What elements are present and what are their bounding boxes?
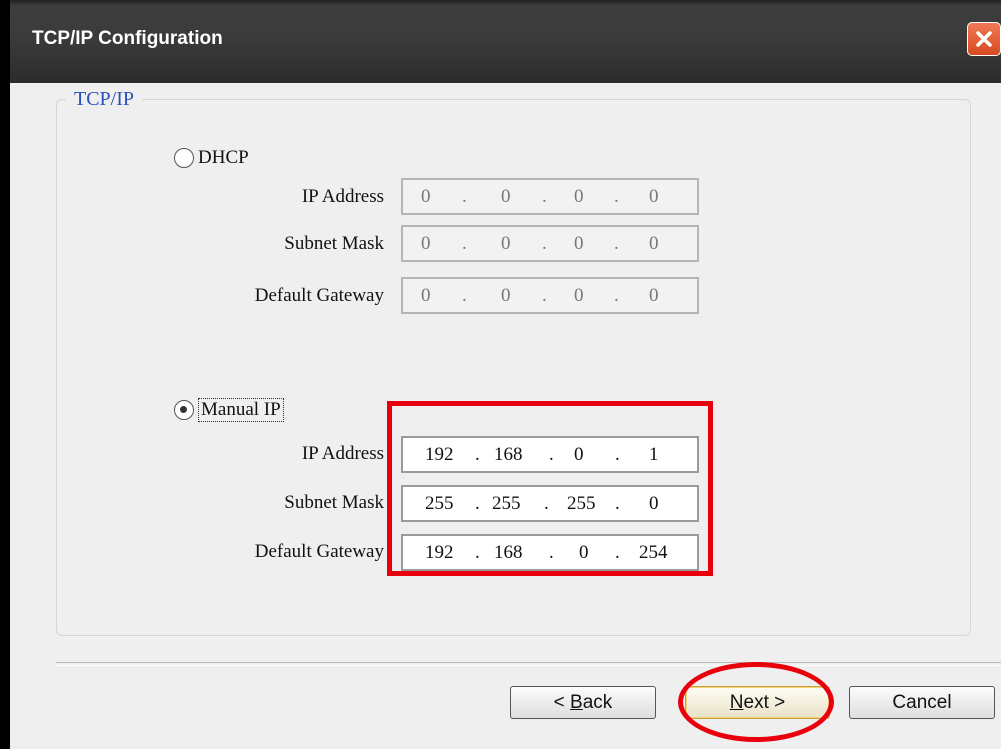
dhcp-ip-address-field: 0 . 0 . 0 . 0 bbox=[401, 178, 699, 215]
dhcp-radio-option[interactable]: DHCP bbox=[174, 147, 249, 169]
cancel-button-label: Cancel bbox=[892, 692, 952, 713]
dhcp-label: DHCP bbox=[198, 147, 249, 168]
manual-ip-address-label: IP Address bbox=[301, 443, 384, 464]
close-button[interactable] bbox=[967, 22, 1001, 56]
radio-unchecked-icon[interactable] bbox=[174, 148, 194, 168]
separator-line bbox=[56, 662, 1001, 666]
manual-ip-label: Manual IP bbox=[198, 398, 284, 422]
dhcp-subnet-mask-field: 0 . 0 . 0 . 0 bbox=[401, 225, 699, 262]
close-icon bbox=[976, 31, 992, 47]
manual-ip-radio-option[interactable]: Manual IP bbox=[174, 398, 284, 422]
cancel-button[interactable]: Cancel bbox=[849, 686, 995, 719]
dhcp-ip-address-label: IP Address bbox=[301, 186, 384, 207]
title-bar[interactable]: TCP/IP Configuration bbox=[10, 0, 1001, 83]
group-title: TCP/IP bbox=[66, 88, 143, 111]
manual-subnet-mask-label: Subnet Mask bbox=[284, 492, 384, 513]
tcpip-config-dialog: TCP/IP Configuration TCP/IP DHCP IP Addr… bbox=[10, 0, 1001, 749]
dhcp-subnet-mask-label: Subnet Mask bbox=[284, 233, 384, 254]
manual-default-gateway-label: Default Gateway bbox=[254, 541, 384, 562]
highlight-circle bbox=[678, 662, 834, 742]
highlight-rectangle bbox=[387, 401, 713, 576]
back-button[interactable]: < Back bbox=[510, 686, 656, 719]
dhcp-default-gateway-field: 0 . 0 . 0 . 0 bbox=[401, 277, 699, 314]
radio-checked-icon[interactable] bbox=[174, 400, 194, 420]
dhcp-default-gateway-label: Default Gateway bbox=[254, 285, 384, 306]
window-title: TCP/IP Configuration bbox=[32, 28, 223, 49]
back-button-label: < Back bbox=[553, 692, 613, 713]
